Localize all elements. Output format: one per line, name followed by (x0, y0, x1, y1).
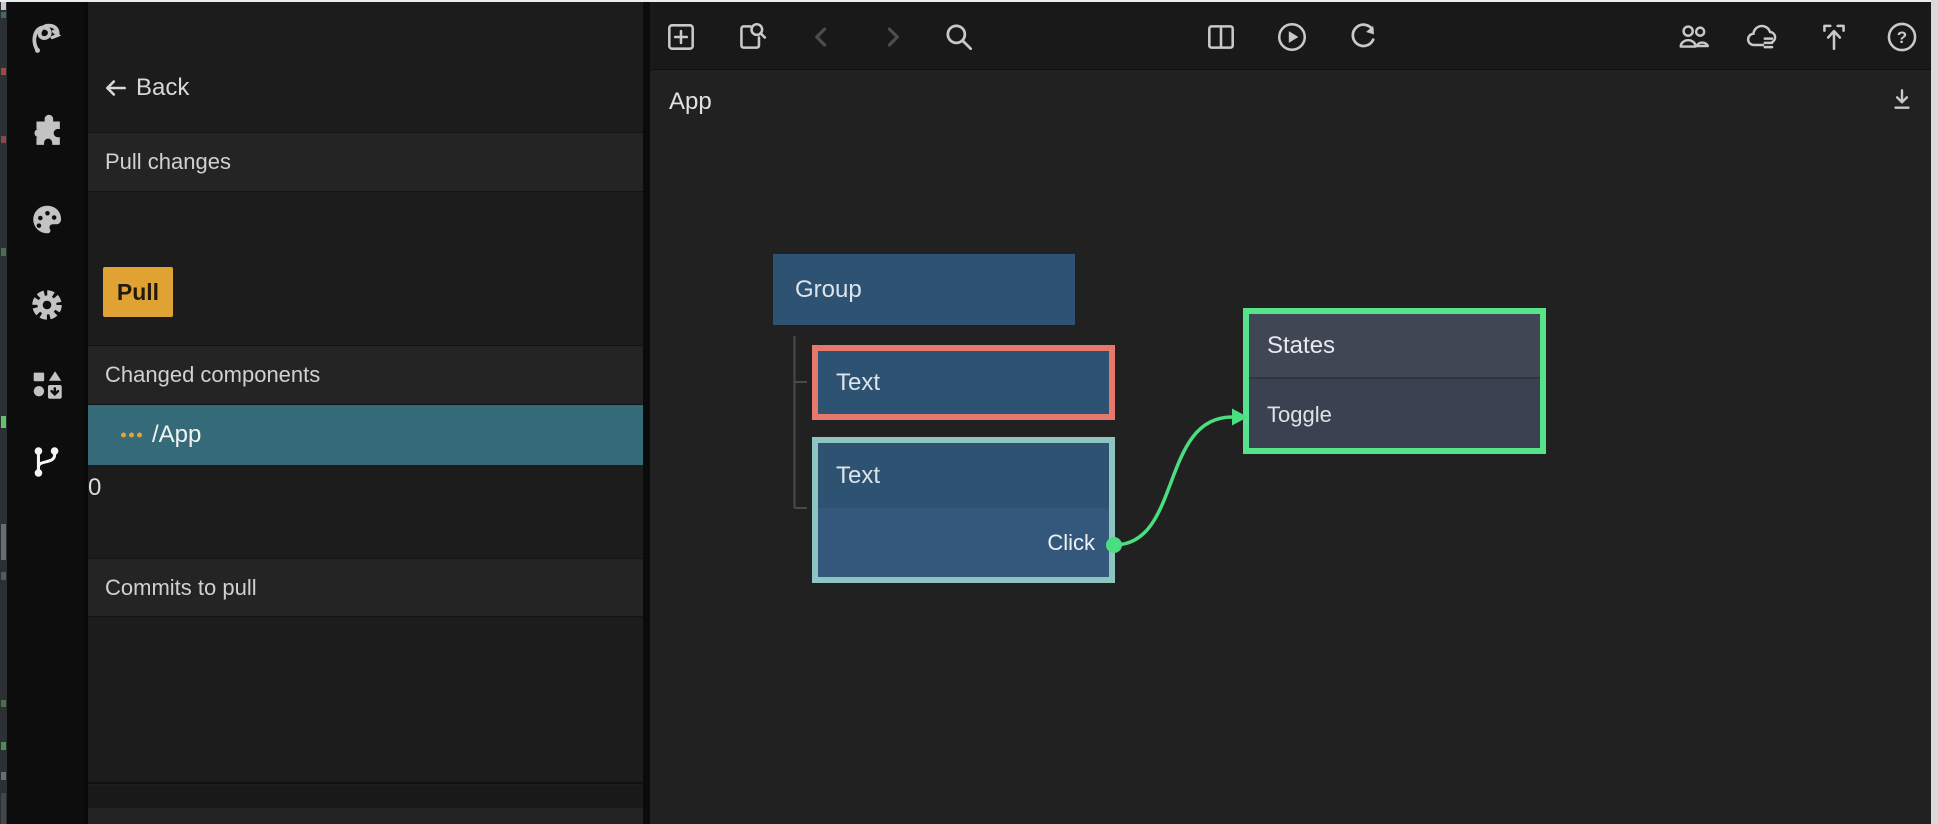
node-text-1-label: Text (836, 369, 880, 397)
nav-back-icon[interactable] (805, 20, 839, 54)
pull-changes-title: Pull changes (105, 149, 231, 175)
changed-component-row-app[interactable]: /App (88, 405, 643, 465)
background-window-sliver (0, 0, 7, 824)
refresh-icon[interactable] (1345, 20, 1379, 54)
breadcrumb: App (669, 88, 712, 116)
back-button[interactable]: Back (88, 0, 643, 132)
plugins-puzzle-icon[interactable] (28, 111, 66, 149)
node-text-2-label: Text (836, 462, 880, 490)
panel-footer (88, 786, 643, 824)
activity-bar-divider (84, 0, 88, 824)
node-group-label: Group (795, 276, 862, 304)
ellipsis-icon (121, 433, 142, 438)
pull-changes-header: Pull changes (88, 132, 643, 192)
click-output-port-label: Click (1047, 530, 1095, 556)
changed-components-header: Changed components (88, 345, 643, 405)
next-section-strip (88, 808, 643, 824)
canvas-toolbar: ? (650, 0, 1931, 70)
window-top-edge (0, 0, 1938, 2)
node-states-header: States (1249, 314, 1540, 379)
activity-bar (7, 0, 84, 824)
collaborators-icon[interactable] (1677, 20, 1711, 54)
settings-gear-icon[interactable] (28, 286, 66, 324)
node-text-2[interactable]: Text Click (812, 437, 1115, 583)
pull-changes-body: You are about to pull down remote change… (88, 192, 643, 345)
back-arrow-icon (103, 75, 129, 101)
changed-components-title: Changed components (105, 362, 320, 388)
preview-play-icon[interactable] (1275, 20, 1309, 54)
add-node-icon[interactable] (664, 20, 698, 54)
split-view-icon[interactable] (1204, 20, 1238, 54)
styles-palette-icon[interactable] (28, 201, 66, 239)
changed-component-label: /App (152, 421, 201, 449)
version-control-panel: Back Pull changes You are about to pull … (88, 0, 643, 824)
nav-forward-icon[interactable] (875, 20, 909, 54)
noodl-editor-window: Back Pull changes You are about to pull … (0, 0, 1938, 824)
node-text-1[interactable]: Text (812, 345, 1115, 420)
back-label: Back (136, 74, 189, 102)
noodl-logo-icon[interactable] (28, 19, 66, 57)
node-states[interactable]: States Toggle (1243, 308, 1546, 454)
node-states-port-row: Toggle (1249, 381, 1540, 448)
pull-button[interactable]: Pull (103, 267, 173, 317)
node-states-label: States (1267, 332, 1335, 360)
node-text-2-header: Text (818, 443, 1109, 508)
help-icon[interactable]: ? (1885, 20, 1919, 54)
panel-canvas-divider (643, 0, 650, 824)
download-icon[interactable] (1889, 86, 1915, 112)
components-icon[interactable] (28, 366, 66, 404)
window-right-edge (1931, 0, 1938, 824)
node-group[interactable]: Group (773, 254, 1075, 325)
version-control-branch-icon[interactable] (28, 443, 66, 481)
deploy-upload-icon[interactable] (1817, 20, 1851, 54)
svg-text:?: ? (1897, 28, 1907, 47)
node-text-2-port-row: Click (818, 508, 1109, 577)
click-output-port-dot[interactable] (1106, 537, 1122, 553)
search-icon[interactable] (942, 20, 976, 54)
commit-list[interactable]: Did some changes MC Fri, Apr 30, 01:19 P… (88, 617, 643, 784)
debug-zero-text: 0 (88, 474, 101, 502)
commits-to-pull-header: Commits to pull (88, 558, 643, 617)
component-search-icon[interactable] (734, 20, 768, 54)
toggle-input-port-label: Toggle (1267, 402, 1332, 428)
commits-to-pull-title: Commits to pull (105, 575, 257, 601)
cloud-services-icon[interactable] (1744, 20, 1778, 54)
